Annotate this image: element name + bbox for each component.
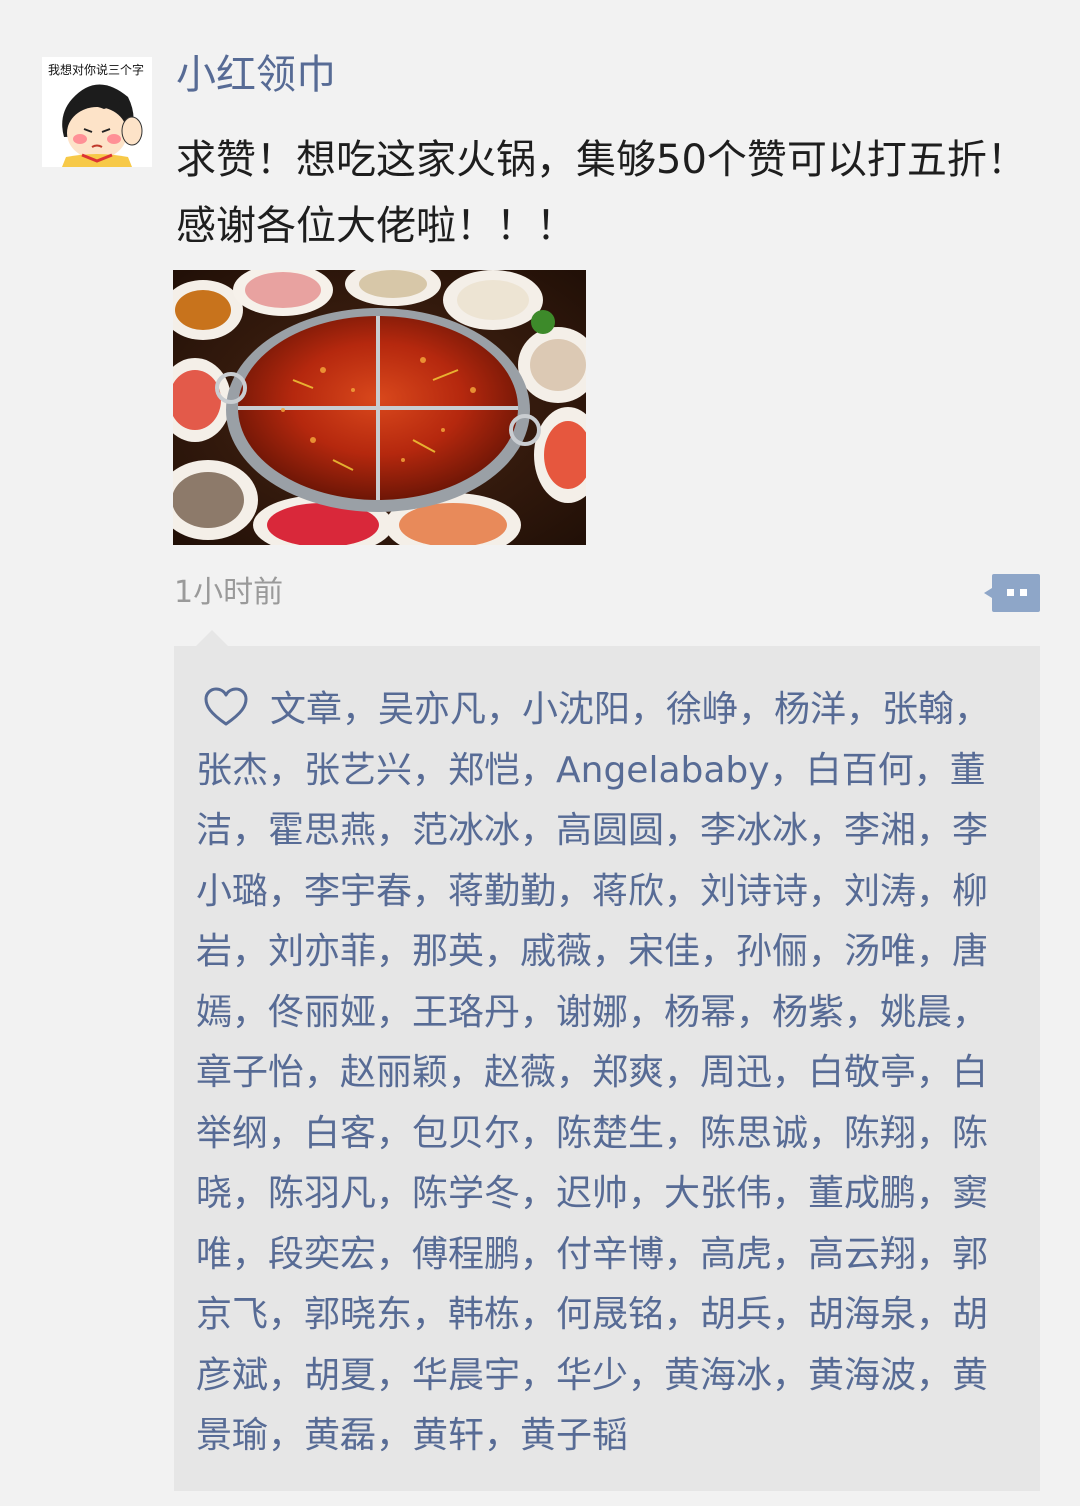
hotpot-image [173, 270, 586, 545]
post-photo[interactable] [173, 270, 586, 545]
likes-pointer [196, 630, 228, 646]
comment-button[interactable] [984, 572, 1040, 614]
post-content: 求赞！想吃这家火锅，集够50个赞可以打五折！感谢各位大佬啦！！！ [176, 137, 1027, 249]
comment-icon [984, 574, 1040, 612]
moments-post: 我想对你说三个字 小红领巾 求赞！想吃这家火锅，集够50个赞可以打五折！感谢各位… [0, 0, 1080, 1506]
heart-outline-icon [204, 687, 248, 726]
post-timestamp: 1小时前 [174, 575, 284, 610]
avatar[interactable]: 我想对你说三个字 [42, 57, 152, 167]
likes-list[interactable]: 文章，吴亦凡，小沈阳，徐峥，杨洋，张翰，张杰，张艺兴，郑恺，Angelababy… [196, 680, 1022, 1467]
likes-names: 文章，吴亦凡，小沈阳，徐峥，杨洋，张翰，张杰，张艺兴，郑恺，Angelababy… [196, 689, 991, 1456]
avatar-caption: 我想对你说三个字 [48, 63, 145, 77]
username[interactable]: 小红领巾 [176, 50, 336, 100]
